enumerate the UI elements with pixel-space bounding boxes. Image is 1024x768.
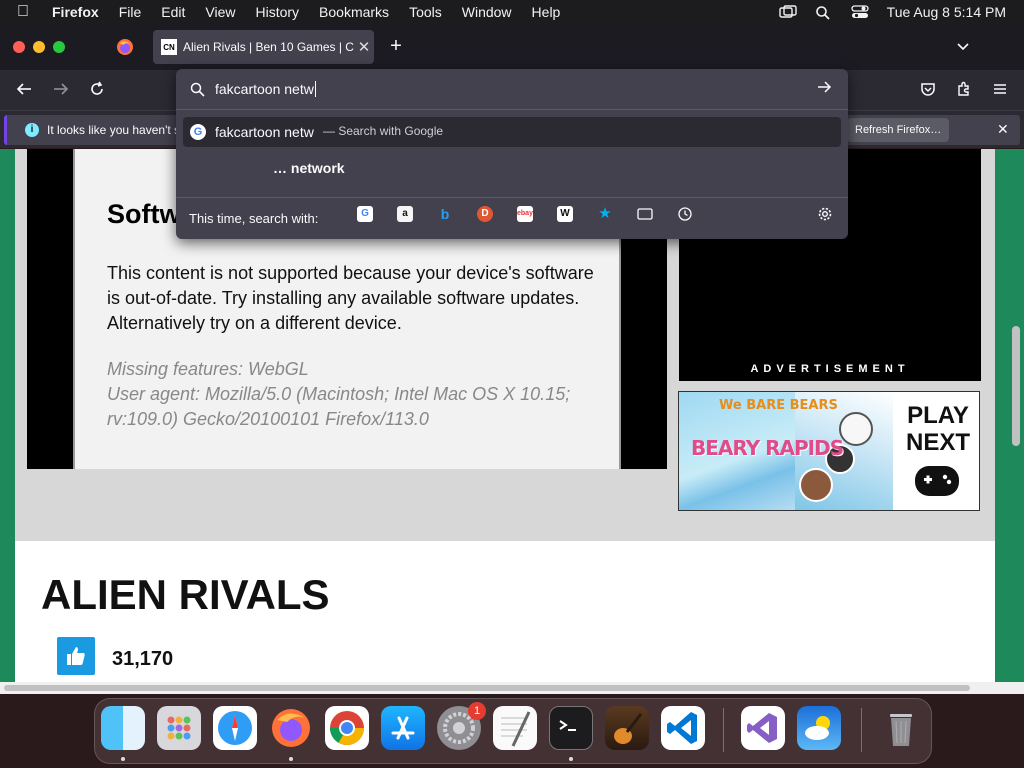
control-center-icon[interactable]: [851, 5, 869, 19]
info-icon: i: [25, 123, 39, 137]
menu-file[interactable]: File: [109, 0, 152, 24]
reload-icon[interactable]: [86, 80, 108, 100]
dock-separator: [723, 708, 724, 752]
suggestion-action: — Search with Google: [323, 124, 444, 138]
terminal-running-dot: [569, 757, 573, 761]
back-arrow-icon[interactable]: [13, 80, 35, 100]
horizontal-scroll-thumb[interactable]: [4, 685, 970, 691]
unsupported-body: This content is not supported because yo…: [107, 263, 594, 333]
trash-icon[interactable]: [879, 706, 923, 750]
menu-tools[interactable]: Tools: [399, 0, 452, 24]
unsupported-details: Missing features: WebGL User agent: Mozi…: [107, 357, 607, 432]
launchpad-icon[interactable]: [157, 706, 201, 750]
chrome-icon[interactable]: [325, 706, 369, 750]
play-next-line1: PLAY: [907, 402, 969, 429]
zoom-window-button[interactable]: [53, 41, 65, 53]
thumbs-up-icon[interactable]: [57, 637, 95, 675]
go-arrow-icon[interactable]: [816, 79, 832, 100]
ice-bear: [839, 412, 873, 446]
menu-icon[interactable]: [989, 80, 1011, 100]
text-caret: [314, 81, 316, 97]
menubar-clock[interactable]: Tue Aug 8 5:14 PM: [887, 4, 1006, 20]
close-window-button[interactable]: [13, 41, 25, 53]
duckduckgo-engine-icon[interactable]: D: [477, 206, 493, 222]
amazon-engine-icon[interactable]: a: [397, 206, 413, 222]
advertisement-label: ADVERTISEMENT: [750, 363, 910, 375]
history-clock-icon[interactable]: [677, 206, 693, 222]
user-agent-text: User agent: Mozilla/5.0 (Macintosh; Inte…: [107, 384, 571, 429]
pocket-icon[interactable]: [917, 80, 939, 100]
new-tab-button[interactable]: +: [386, 36, 406, 56]
menu-edit[interactable]: Edit: [151, 0, 195, 24]
visual-studio-icon[interactable]: [741, 706, 785, 750]
google-icon: G: [190, 124, 206, 140]
suggestion-query: fakcartoon netw: [215, 124, 314, 140]
extensions-icon[interactable]: [953, 80, 975, 100]
tab-title: Alien Rivals | Ben 10 Games | Cartoon Ne…: [183, 40, 354, 54]
screen-mirroring-icon[interactable]: [778, 5, 797, 19]
search-suggestion-google[interactable]: G fakcartoon netw — Search with Google: [183, 117, 841, 147]
chevron-down-icon[interactable]: [955, 38, 973, 56]
grizzly-bear: [799, 468, 833, 502]
textedit-icon[interactable]: [493, 706, 537, 750]
finder-running-dot: [121, 757, 125, 761]
wikipedia-engine-icon[interactable]: W: [557, 206, 573, 222]
one-off-search-bar: This time, search with:: [176, 197, 848, 239]
tabs-icon[interactable]: [637, 206, 653, 222]
search-settings-gear-icon[interactable]: [817, 206, 833, 227]
url-input[interactable]: fakcartoon netw: [176, 69, 848, 110]
tab-alien-rivals[interactable]: CN Alien Rivals | Ben 10 Games | Cartoon…: [153, 30, 374, 64]
horizontal-scrollbar[interactable]: [0, 682, 1024, 694]
play-next-label[interactable]: PLAY NEXT: [903, 402, 973, 456]
minimize-window-button[interactable]: [33, 41, 45, 53]
firefox-view-icon[interactable]: [116, 38, 134, 56]
garageband-icon[interactable]: [605, 706, 649, 750]
like-count: 31,170: [112, 648, 174, 670]
forward-arrow-icon[interactable]: [50, 80, 72, 100]
spotlight-search-icon[interactable]: [815, 5, 833, 20]
cartoon-network-favicon: CN: [161, 39, 177, 55]
search-icon: [190, 82, 205, 97]
firefox-running-dot: [289, 757, 293, 761]
apple-menu-icon[interactable]: : [0, 3, 46, 21]
settings-notification-badge: 1: [468, 702, 486, 720]
url-input-text[interactable]: fakcartoon netw: [215, 81, 316, 97]
gamepad-icon: [915, 466, 959, 496]
finder-icon[interactable]: [101, 706, 145, 750]
close-tab-icon[interactable]: ✕: [354, 38, 374, 56]
play-next-line2: NEXT: [905, 429, 970, 456]
refresh-firefox-button[interactable]: Refresh Firefox…: [847, 118, 950, 142]
safari-icon[interactable]: [213, 706, 257, 750]
urlbar-dropdown: fakcartoon netw G fakcartoon netw — Sear…: [176, 69, 848, 239]
we-bare-bears-logo: We BARE BEARS: [719, 398, 838, 413]
menu-app-name[interactable]: Firefox: [46, 0, 109, 24]
beary-rapids-thumbnail[interactable]: We BARE BEARS BEARY RAPIDS: [679, 392, 893, 510]
google-engine-icon[interactable]: G: [357, 206, 373, 222]
menu-bar:  Firefox File Edit View History Bookmar…: [0, 0, 1024, 24]
bookmarks-star-icon[interactable]: ★: [597, 206, 613, 222]
weather-icon[interactable]: [797, 706, 841, 750]
ebay-engine-icon[interactable]: ebay: [517, 206, 533, 222]
bing-engine-icon[interactable]: b: [437, 206, 453, 222]
game-info-section: ALIEN RIVALS 31,170: [15, 541, 995, 692]
terminal-icon[interactable]: [549, 706, 593, 750]
dock-separator-trash: [861, 708, 862, 752]
play-next-banner[interactable]: We BARE BEARS BEARY RAPIDS PLAY NEXT: [678, 391, 980, 511]
vertical-scrollbar[interactable]: [1012, 326, 1020, 446]
menu-bookmarks[interactable]: Bookmarks: [309, 0, 399, 24]
typed-query: fakcartoon netw: [215, 81, 314, 97]
missing-features: Missing features: WebGL: [107, 359, 309, 379]
beary-rapids-logo: BEARY RAPIDS: [691, 436, 844, 460]
menu-history[interactable]: History: [245, 0, 309, 24]
vscode-icon[interactable]: [661, 706, 705, 750]
menu-help[interactable]: Help: [522, 0, 571, 24]
close-notification-icon[interactable]: ✕: [997, 121, 1009, 138]
firefox-dock-icon[interactable]: [269, 706, 313, 750]
menu-window[interactable]: Window: [452, 0, 522, 24]
game-title: ALIEN RIVALS: [41, 571, 330, 618]
search-suggestion-network[interactable]: … network: [273, 160, 345, 176]
one-off-label: This time, search with:: [189, 211, 319, 226]
menu-view[interactable]: View: [195, 0, 245, 24]
app-store-icon[interactable]: [381, 706, 425, 750]
